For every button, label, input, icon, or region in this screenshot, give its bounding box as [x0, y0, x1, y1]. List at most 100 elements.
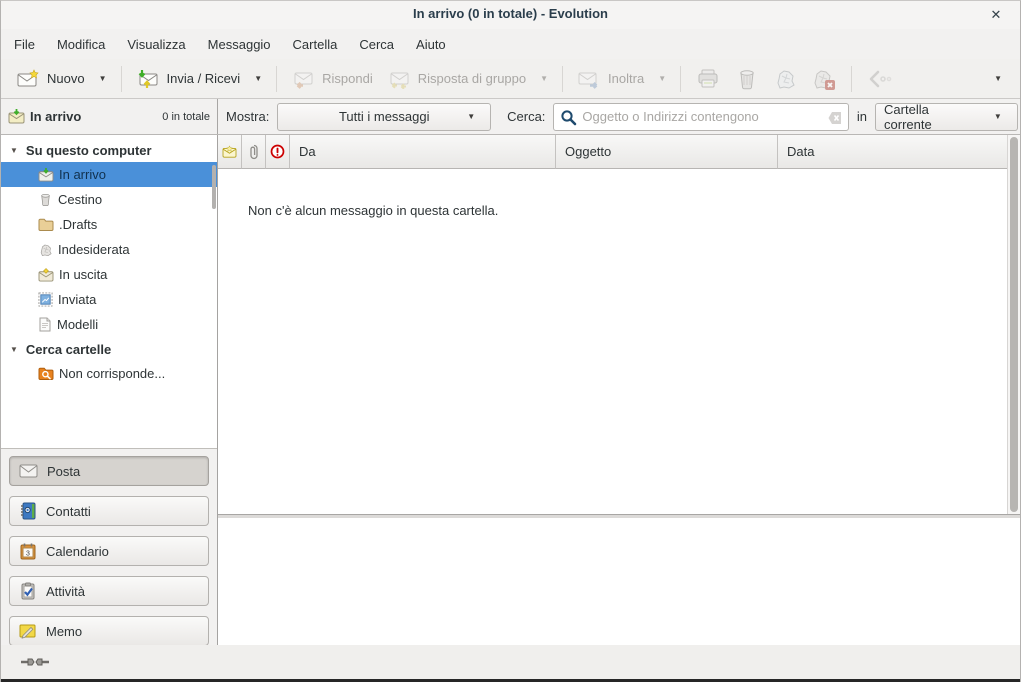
previous-message-button[interactable]	[859, 63, 903, 95]
not-junk-icon	[811, 68, 837, 90]
column-label: Data	[787, 144, 814, 159]
search-input[interactable]	[582, 109, 822, 124]
tree-group-on-this-computer[interactable]: ▼ Su questo computer	[1, 138, 217, 162]
expander-icon[interactable]: ▼	[10, 345, 18, 354]
current-folder-header: In arrivo 0 in totale	[1, 99, 218, 134]
preview-pane	[218, 518, 1020, 645]
show-filter-dropdown[interactable]: Tutti i messaggi ▼	[277, 103, 491, 131]
folder-label: Indesiderata	[58, 242, 130, 257]
search-scope-dropdown[interactable]: Cartella corrente ▼	[875, 103, 1018, 131]
folder-trash[interactable]: Cestino	[1, 187, 217, 212]
document-icon	[38, 317, 52, 332]
send-receive-dropdown-icon[interactable]: ▼	[247, 74, 269, 83]
reply-icon	[291, 69, 315, 89]
forward-button[interactable]: Inoltra	[570, 64, 651, 94]
toolbar-separator	[680, 66, 681, 92]
menu-cartella[interactable]: Cartella	[282, 31, 349, 58]
not-junk-button[interactable]	[804, 63, 844, 95]
column-subject[interactable]: Oggetto	[556, 135, 778, 169]
sidebar: ▼ Su questo computer In arrivo Cestino	[1, 135, 218, 645]
titlebar: In arrivo (0 in totale) - Evolution ✕	[1, 1, 1020, 29]
online-status-icon[interactable]	[21, 655, 49, 669]
forward-icon	[577, 69, 601, 89]
folder-drafts[interactable]: .Drafts	[1, 212, 217, 237]
switcher-tasks-button[interactable]: Attività	[9, 576, 209, 606]
folder-label: .Drafts	[59, 217, 97, 232]
column-priority[interactable]	[266, 135, 290, 169]
switcher-label: Attività	[46, 584, 85, 599]
folder-tree: ▼ Su questo computer In arrivo Cestino	[1, 135, 217, 449]
tasks-icon	[19, 582, 37, 600]
switcher-label: Memo	[46, 624, 82, 639]
folder-label: In arrivo	[59, 167, 106, 182]
column-date[interactable]: Data	[778, 135, 1020, 169]
reply-button[interactable]: Rispondi	[284, 64, 380, 94]
folder-junk[interactable]: Indesiderata	[1, 237, 217, 262]
tree-group-search-folders[interactable]: ▼ Cerca cartelle	[1, 337, 217, 361]
switcher-memos-button[interactable]: Memo	[9, 616, 209, 646]
tree-group-label: Su questo computer	[26, 143, 152, 158]
show-filter-value: Tutti i messaggi	[339, 109, 430, 124]
folder-icon	[38, 218, 54, 231]
new-button[interactable]: Nuovo	[9, 64, 92, 94]
close-icon[interactable]: ✕	[986, 5, 1006, 25]
group-reply-icon	[387, 69, 411, 89]
message-list-scrollbar[interactable]	[1007, 135, 1020, 514]
toolbar: Nuovo ▼ Invia / Ricevi ▼ Rispondi Rispos…	[1, 59, 1020, 99]
switcher-mail-button[interactable]: Posta	[9, 456, 209, 486]
forward-dropdown-icon[interactable]: ▼	[651, 74, 673, 83]
current-folder-name: In arrivo	[30, 109, 81, 124]
forward-label: Inoltra	[608, 71, 644, 86]
send-receive-label: Invia / Ricevi	[167, 71, 241, 86]
menu-messaggio[interactable]: Messaggio	[197, 31, 282, 58]
show-label: Mostra:	[224, 109, 271, 124]
toolbar-overflow-icon[interactable]: ▼	[984, 70, 1012, 87]
delete-button[interactable]	[728, 63, 766, 95]
folder-sent[interactable]: Inviata	[1, 287, 217, 312]
send-receive-button[interactable]: Invia / Ricevi	[129, 64, 248, 94]
expander-icon[interactable]: ▼	[10, 146, 18, 155]
folder-unmatched[interactable]: Non corrisponde...	[1, 361, 217, 386]
toolbar-separator	[121, 66, 122, 92]
menu-cerca[interactable]: Cerca	[348, 31, 405, 58]
group-reply-button[interactable]: Risposta di gruppo	[380, 64, 533, 94]
sidebar-scrollbar[interactable]	[212, 165, 216, 209]
folder-templates[interactable]: Modelli	[1, 312, 217, 337]
column-label: Da	[299, 144, 316, 159]
folder-label: Non corrisponde...	[59, 366, 165, 381]
junk-button[interactable]	[766, 63, 804, 95]
column-label: Oggetto	[565, 144, 611, 159]
group-reply-dropdown-icon[interactable]: ▼	[533, 74, 555, 83]
sent-icon	[38, 292, 53, 307]
column-status[interactable]	[218, 135, 242, 169]
print-button[interactable]	[688, 63, 728, 95]
scrollbar-thumb[interactable]	[1010, 137, 1018, 512]
folder-outbox[interactable]: In uscita	[1, 262, 217, 287]
clear-search-icon[interactable]	[828, 111, 842, 125]
previous-message-icon	[866, 68, 896, 90]
menu-aiuto[interactable]: Aiuto	[405, 31, 457, 58]
inbox-icon	[8, 109, 25, 124]
junk-icon	[773, 68, 797, 90]
folder-label: Inviata	[58, 292, 96, 307]
svg-text:3: 3	[26, 551, 30, 558]
menu-file[interactable]: File	[3, 31, 46, 58]
attachment-icon	[249, 144, 259, 160]
toolbar-separator	[562, 66, 563, 92]
message-list: Da Oggetto Data Non c'è alcun messaggio …	[218, 135, 1020, 514]
tree-group-label: Cerca cartelle	[26, 342, 111, 357]
menu-visualizza[interactable]: Visualizza	[116, 31, 196, 58]
column-attachment[interactable]	[242, 135, 266, 169]
group-reply-label: Risposta di gruppo	[418, 71, 526, 86]
print-icon	[695, 68, 721, 90]
search-box	[553, 103, 849, 131]
switcher-calendar-button[interactable]: 3 Calendario	[9, 536, 209, 566]
folder-inbox[interactable]: In arrivo	[1, 162, 217, 187]
column-from[interactable]: Da	[290, 135, 556, 169]
inbox-icon	[38, 168, 54, 182]
switcher-contacts-button[interactable]: Contatti	[9, 496, 209, 526]
filter-controls: Mostra: Tutti i messaggi ▼ Cerca: in Car…	[218, 103, 1021, 131]
new-dropdown-icon[interactable]: ▼	[92, 74, 114, 83]
search-scope-value: Cartella corrente	[884, 102, 979, 132]
menu-modifica[interactable]: Modifica	[46, 31, 116, 58]
